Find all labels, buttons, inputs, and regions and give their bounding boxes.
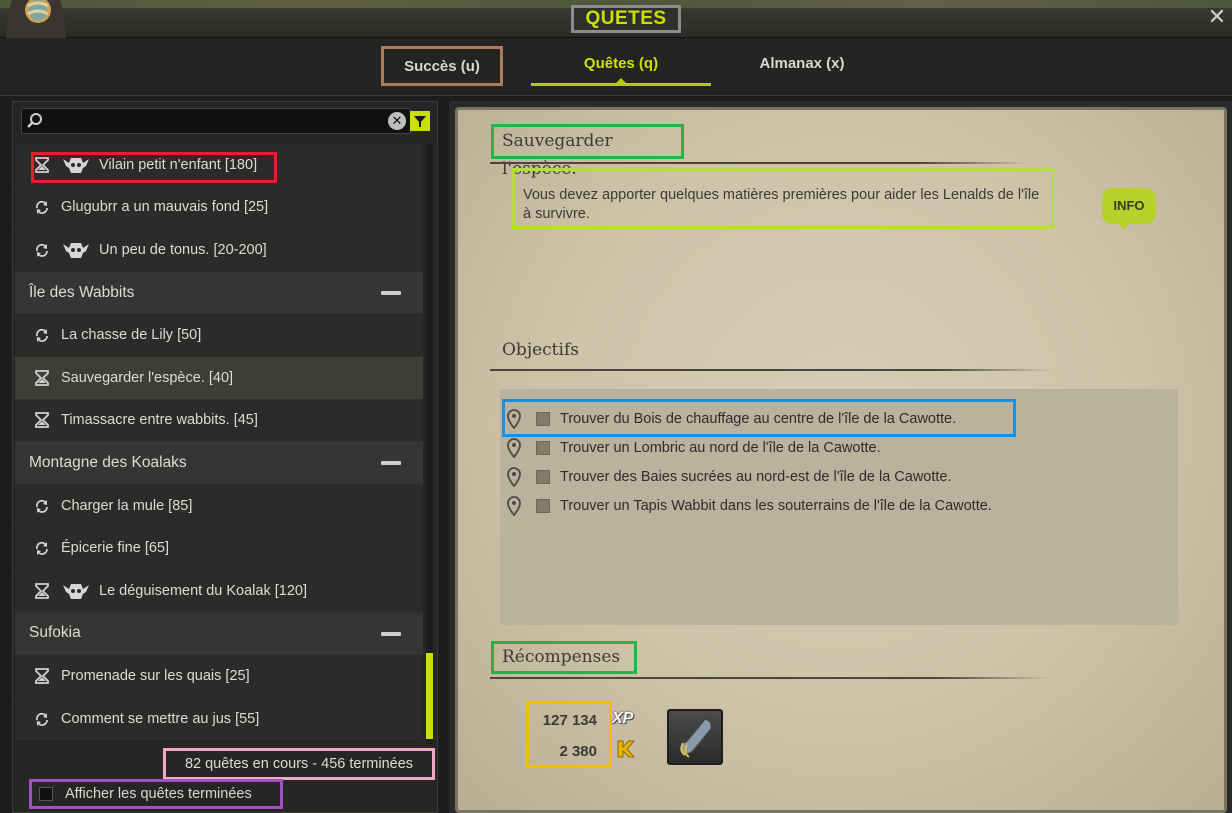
quest-group-label: Montagne des Koalaks xyxy=(29,453,187,471)
objective-item: Trouver un Tapis Wabbit dans les souterr… xyxy=(506,493,992,519)
quest-title: Sauvegarder l'espèce. xyxy=(491,124,684,179)
tab-quetes[interactable]: Quêtes (q) xyxy=(531,46,711,86)
objectives-heading: Objectifs xyxy=(502,340,579,360)
quest-label: Vilain petit n'enfant [180] xyxy=(99,156,258,173)
show-finished-toggle[interactable]: Afficher les quêtes terminées xyxy=(29,779,283,809)
quest-row[interactable]: Glugubrr a un mauvais fond [25] xyxy=(15,186,423,230)
info-bubble-tail xyxy=(1116,220,1132,230)
quest-group-label: Sufokia xyxy=(29,624,81,642)
hourglass-icon xyxy=(35,369,49,386)
info-button[interactable]: INFO xyxy=(1102,188,1156,230)
objective-checkbox xyxy=(536,441,550,455)
objective-label: Trouver du Bois de chauffage au centre d… xyxy=(560,411,957,427)
clear-icon[interactable]: ✕ xyxy=(388,112,406,130)
quest-group-label: Île des Wabbits xyxy=(29,283,135,301)
active-tab-caret-icon xyxy=(615,78,627,84)
tab-succes[interactable]: Succès (u) xyxy=(381,46,503,86)
quest-label: Charger la mule [85] xyxy=(61,497,193,514)
quest-row[interactable]: Vilain petit n'enfant [180] xyxy=(15,144,423,187)
map-pin-icon[interactable] xyxy=(506,467,522,488)
tab-bar: Succès (u) Quêtes (q) Almanax (x) xyxy=(0,38,1232,96)
quest-row[interactable]: Timassacre entre wabbits. [45] xyxy=(15,399,423,443)
hourglass-icon xyxy=(35,412,49,429)
objective-item: Trouver des Baies sucrées au nord-est de… xyxy=(506,464,952,490)
quest-label: Un peu de tonus. [20-200] xyxy=(99,241,267,258)
quest-group-header[interactable]: Sufokia xyxy=(15,612,423,656)
repeat-icon xyxy=(35,498,49,514)
objective-label: Trouver des Baies sucrées au nord-est de… xyxy=(560,469,952,485)
quest-row[interactable]: Sauvegarder l'espèce. [40] xyxy=(15,356,423,400)
quest-list-panel: ✕ Vilain petit n'enfant [180] Glugubrr a … xyxy=(12,101,438,813)
quest-group-header[interactable]: Montagne des Koalaks xyxy=(15,442,423,485)
hourglass-icon xyxy=(35,156,49,173)
rewards-divider xyxy=(490,677,1050,679)
collapse-icon[interactable] xyxy=(381,631,401,636)
repeat-icon xyxy=(35,242,49,258)
objective-item: Trouver un Lombric au nord de l'île de l… xyxy=(506,435,881,461)
quest-label: Timassacre entre wabbits. [45] xyxy=(61,412,258,429)
dungeon-skull-icon xyxy=(61,241,91,259)
dungeon-skull-icon xyxy=(61,582,91,600)
filter-icon[interactable] xyxy=(410,111,430,131)
tab-quetes-label: Quêtes (q) xyxy=(583,55,659,72)
quest-label: Épicerie fine [65] xyxy=(61,540,170,557)
quest-row[interactable]: Épicerie fine [65] xyxy=(15,527,423,570)
objective-checkbox xyxy=(536,412,550,426)
close-icon[interactable]: ✕ xyxy=(1206,6,1228,28)
title-bar: QUETES ✕ xyxy=(0,0,1232,38)
hourglass-icon xyxy=(35,668,49,684)
objective-label: Trouver un Lombric au nord de l'île de l… xyxy=(560,440,881,456)
repeat-icon xyxy=(35,711,49,727)
quest-label: Promenade sur les quais [25] xyxy=(61,667,250,684)
kamas-value: 2 380 xyxy=(559,743,597,760)
quest-label: Glugubrr a un mauvais fond [25] xyxy=(61,199,269,216)
collapse-icon[interactable] xyxy=(381,290,401,295)
quest-row[interactable]: Un peu de tonus. [20-200] xyxy=(15,229,423,272)
quest-row[interactable]: Comment se mettre au jus [55] xyxy=(15,697,423,741)
quest-label: La chasse de Lily [50] xyxy=(61,327,202,344)
map-pin-icon[interactable] xyxy=(506,438,522,459)
show-finished-label: Afficher les quêtes terminées xyxy=(65,786,252,802)
quest-row[interactable]: Charger la mule [85] xyxy=(15,484,423,528)
rewards-values: 127 134 2 380 xyxy=(526,701,612,768)
quest-row[interactable]: La chasse de Lily [50] xyxy=(15,314,423,357)
dungeon-skull-icon xyxy=(61,156,91,174)
repeat-icon xyxy=(35,540,49,556)
quest-counter: 82 quêtes en cours - 456 terminées xyxy=(163,748,435,780)
hourglass-icon xyxy=(35,582,49,599)
quest-label: Sauvegarder l'espèce. [40] xyxy=(61,369,234,386)
objective-item: Trouver du Bois de chauffage au centre d… xyxy=(506,406,956,432)
quest-list: Vilain petit n'enfant [180] Glugubrr a un… xyxy=(15,144,423,741)
quest-label: Comment se mettre au jus [55] xyxy=(61,710,260,727)
kamas-icon xyxy=(614,738,636,760)
window-title: QUETES xyxy=(571,5,681,33)
search-icon xyxy=(27,113,42,128)
scrollbar-thumb[interactable] xyxy=(426,653,433,739)
collapse-icon[interactable] xyxy=(381,461,401,466)
tab-almanax[interactable]: Almanax (x) xyxy=(742,46,862,86)
title-divider xyxy=(490,162,1030,164)
rewards-heading: Récompenses xyxy=(491,641,637,674)
objective-label: Trouver un Tapis Wabbit dans les souterr… xyxy=(560,498,992,514)
objective-checkbox xyxy=(536,499,550,513)
map-pin-icon[interactable] xyxy=(506,496,522,517)
item-reward-icon[interactable] xyxy=(667,709,723,765)
quest-row[interactable]: Le déguisement du Koalak [120] xyxy=(15,569,423,613)
info-label: INFO xyxy=(1102,188,1156,224)
search-input[interactable]: ✕ xyxy=(21,108,411,134)
show-finished-checkbox[interactable] xyxy=(39,787,53,801)
dofus-egg-icon xyxy=(2,0,70,38)
objective-checkbox xyxy=(536,470,550,484)
xp-value: 127 134 xyxy=(542,712,597,729)
quest-description: Vous devez apporter quelques matières pr… xyxy=(512,168,1054,229)
quest-group-header[interactable]: Île des Wabbits xyxy=(15,271,423,315)
map-pin-icon[interactable] xyxy=(506,409,522,430)
objectives-divider xyxy=(490,369,1050,371)
quest-label: Le déguisement du Koalak [120] xyxy=(99,582,307,599)
quest-row[interactable]: Promenade sur les quais [25] xyxy=(15,655,423,698)
repeat-icon xyxy=(35,199,49,215)
xp-label: XP xyxy=(612,710,634,727)
repeat-icon xyxy=(35,327,49,343)
